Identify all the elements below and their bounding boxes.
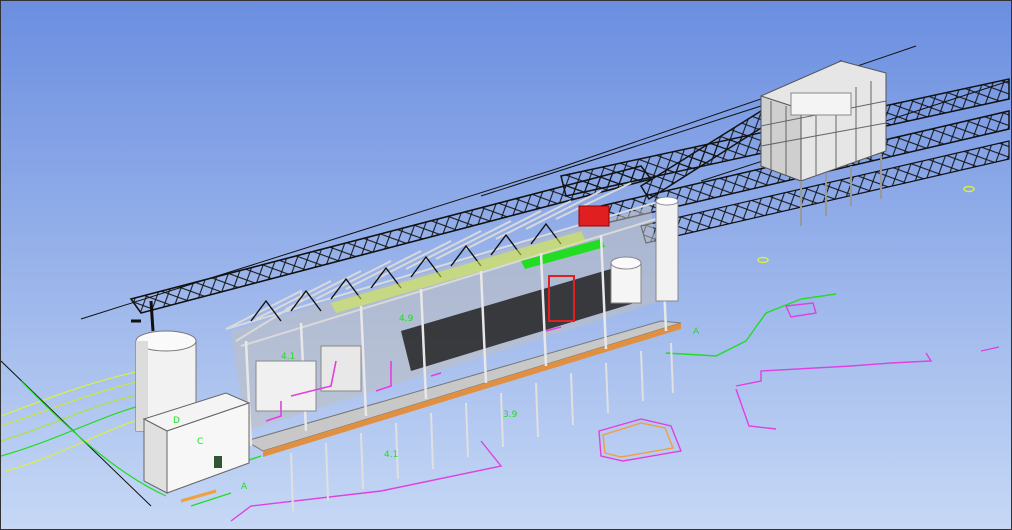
elevation-label-lower: 4.1 [384,450,398,460]
building-label-d: D [173,416,180,426]
plant-3d-scene[interactable]: A A 4.1 3.9 4.1 4.9 D C [1,1,1011,529]
building-label-c: C [197,437,203,447]
elevation-label-mid: 3.9 [503,410,518,420]
gridline-label-a-upper: A [693,327,700,337]
gridline-label-a-lower: A [241,482,248,492]
model-viewport[interactable]: A A 4.1 3.9 4.1 4.9 D C [0,0,1012,530]
elevation-label-roof: 4.9 [399,314,414,324]
elevation-label-upper: 4.1 [281,352,295,362]
